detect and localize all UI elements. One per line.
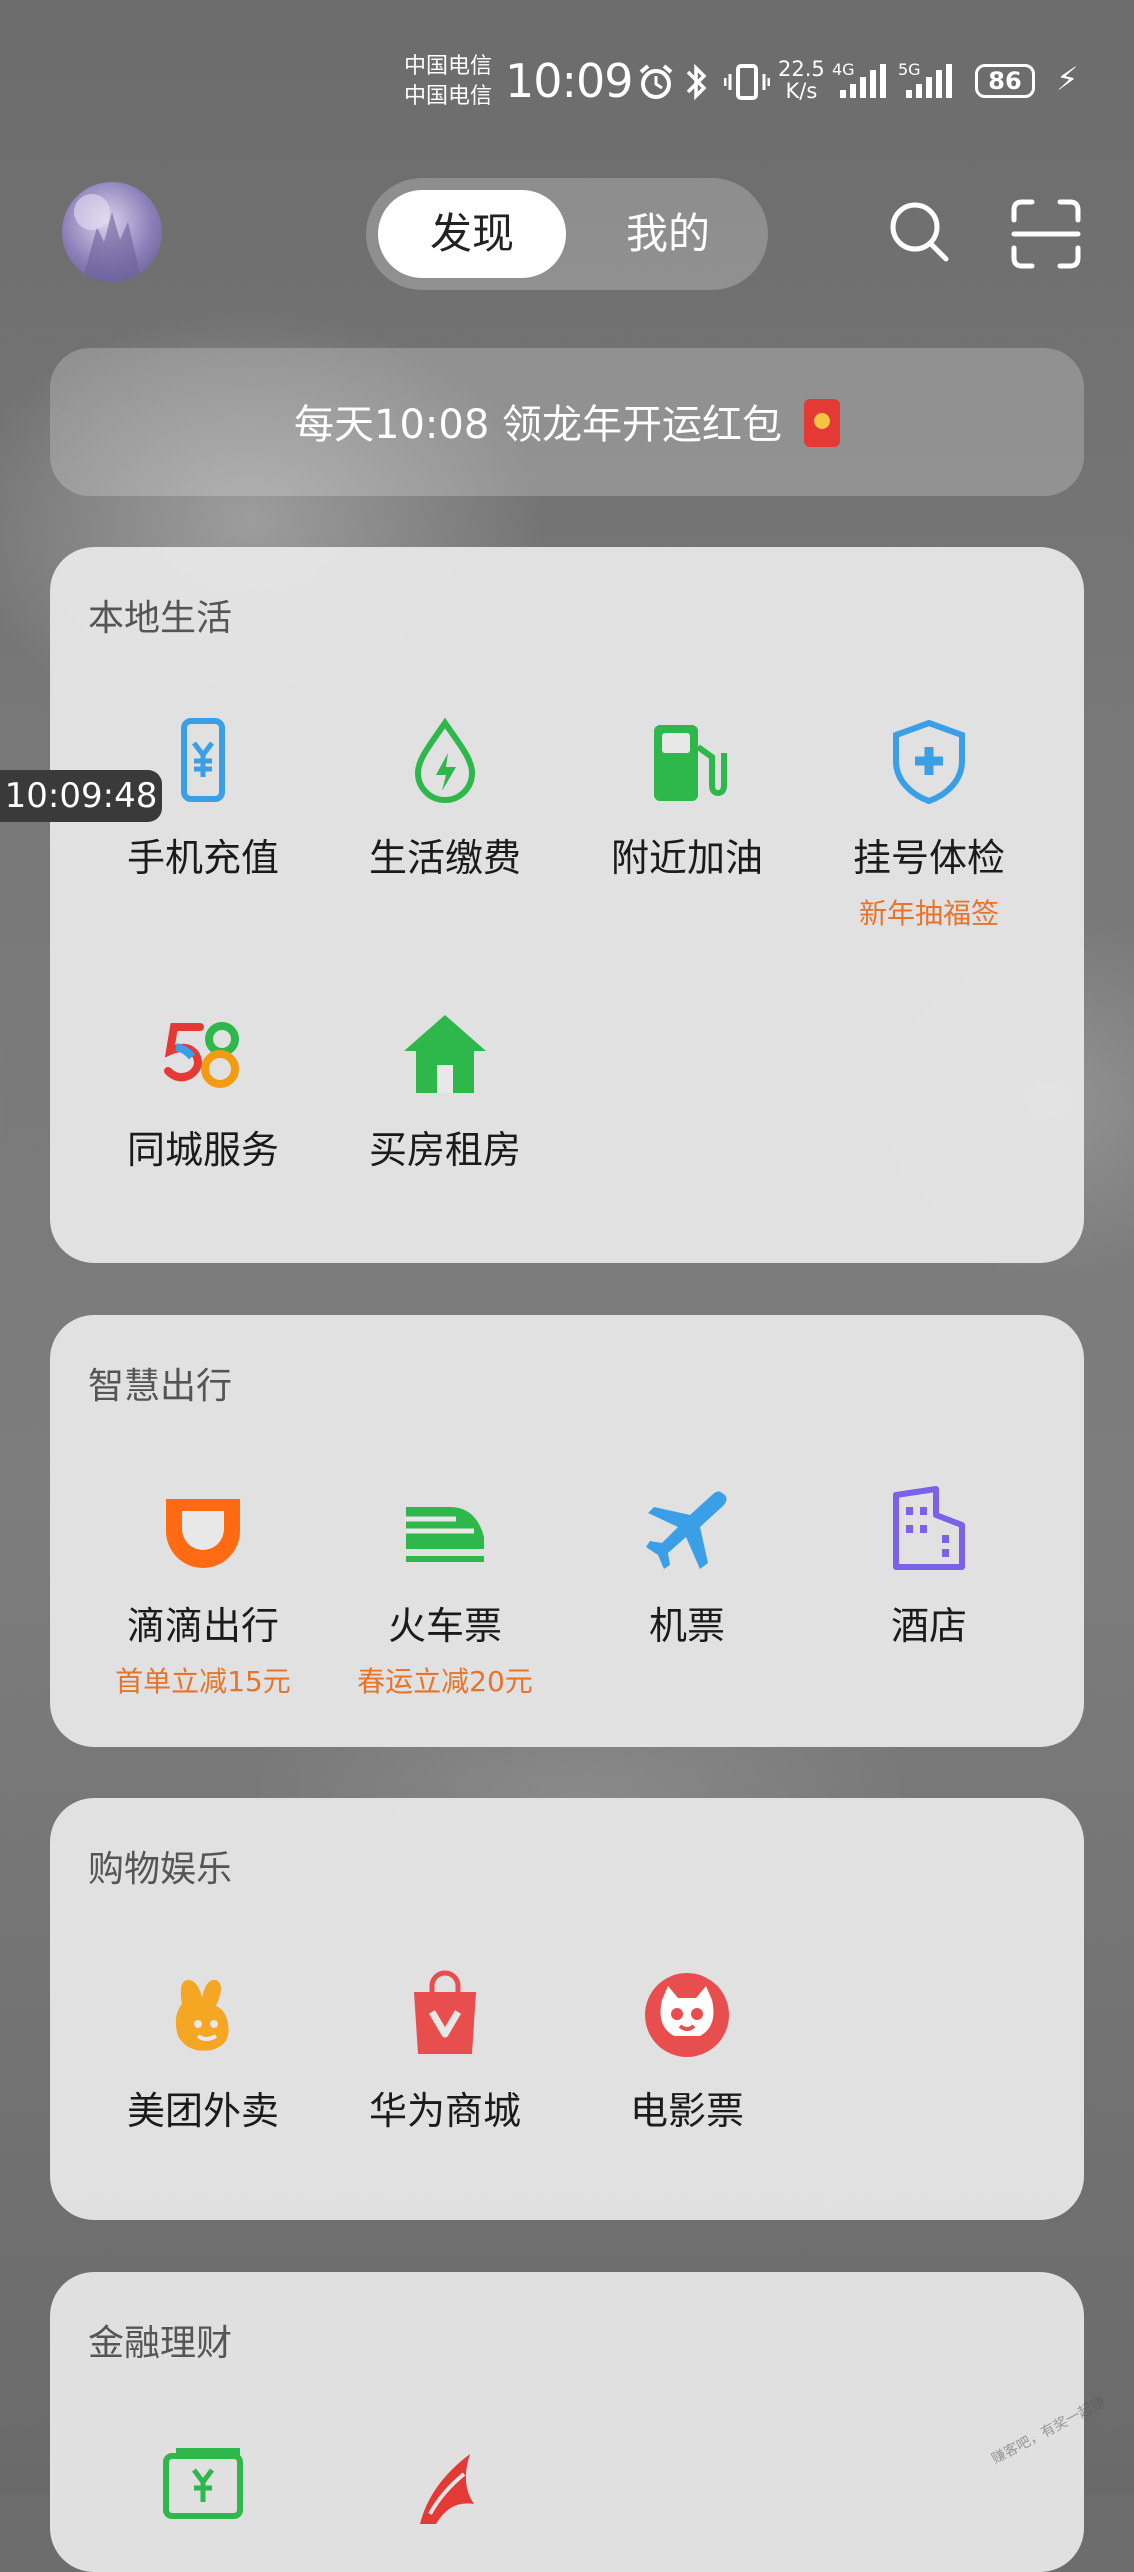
service-label: 火车票 (387, 1604, 502, 1648)
section-local-life: 本地生活 手机充值 生活缴费 附近加油 挂号体检 新年抽福签 同城服务 买房租房 (50, 547, 1084, 1263)
gas-station-icon (654, 725, 727, 801)
58-logo-icon (164, 1022, 239, 1088)
bluetooth-icon (686, 63, 707, 101)
service-58[interactable]: 同城服务 (82, 1009, 324, 1174)
service-didi[interactable]: 滴滴出行 首单立减15元 (82, 1485, 324, 1700)
service-hotel[interactable]: 酒店 (808, 1485, 1050, 1650)
service-finance-1[interactable] (82, 2444, 324, 2538)
section-title: 本地生活 (88, 598, 233, 639)
promo-banner[interactable]: 每天10:08 领龙年开运红包 (50, 348, 1084, 496)
service-label: 买房租房 (368, 1128, 521, 1172)
status-time: 10:09 (505, 54, 634, 108)
screenshot-timestamp: 10:09:48 (0, 770, 162, 822)
service-movie-ticket[interactable]: 电影票 (566, 1970, 808, 2135)
phone-topup-icon (181, 718, 225, 802)
avatar-image (74, 194, 142, 282)
tab-discover[interactable]: 发现 (378, 190, 566, 278)
carrier-1: 中国电信 (404, 54, 493, 79)
section-finance: 金融理财 (50, 2272, 1084, 2572)
signal-1-icon (840, 64, 886, 98)
medical-shield-icon (893, 719, 965, 805)
airplane-icon (646, 1491, 727, 1569)
section-shopping-entertainment: 购物娱乐 美团外卖 华为商城 电影票 (50, 1798, 1084, 2220)
service-meituan[interactable]: 美团外卖 (82, 1970, 324, 2135)
service-utility-bill[interactable]: 生活缴费 (324, 717, 566, 882)
service-promo: 春运立减20元 (357, 1665, 533, 1698)
service-label: 滴滴出行 (126, 1604, 279, 1648)
carrier-2: 中国电信 (404, 84, 493, 109)
service-label: 美团外卖 (126, 2089, 279, 2133)
network-speed: 22.5 K/s (778, 57, 825, 103)
section-title: 购物娱乐 (88, 1849, 233, 1890)
red-packet-icon (804, 399, 840, 447)
train-icon (406, 1507, 484, 1562)
house-icon (404, 1015, 486, 1093)
service-finance-2[interactable] (324, 2444, 566, 2538)
alarm-icon (639, 64, 673, 99)
money-icon (163, 2448, 243, 2519)
service-flight[interactable]: 机票 (566, 1485, 808, 1650)
charging-icon: ⚡ (1056, 60, 1079, 98)
battery-indicator: 86 (975, 64, 1035, 98)
search-icon[interactable] (884, 196, 956, 268)
signal-2-icon (906, 64, 952, 98)
carrier-labels: 中国电信 中国电信 (404, 52, 492, 112)
meituan-icon (175, 1979, 229, 2051)
avatar[interactable] (62, 182, 162, 282)
utility-bill-icon (414, 717, 476, 803)
section-title: 智慧出行 (88, 1366, 233, 1407)
tab-mine[interactable]: 我的 (588, 190, 748, 278)
service-label: 附近加油 (610, 836, 763, 880)
section-title: 金融理财 (88, 2323, 233, 2364)
vibrate-icon (724, 64, 770, 100)
service-label: 华为商城 (368, 2089, 521, 2133)
didi-icon (166, 1499, 240, 1568)
shopping-bag-icon (414, 1970, 476, 2054)
movie-cat-icon (645, 1973, 729, 2057)
section-smart-travel: 智慧出行 滴滴出行 首单立减15元 火车票 春运立减20元 机票 酒店 (50, 1315, 1084, 1747)
finance-icon (420, 2454, 474, 2524)
service-label: 电影票 (629, 2089, 744, 2133)
service-housing[interactable]: 买房租房 (324, 1009, 566, 1174)
service-label: 酒店 (890, 1604, 967, 1648)
service-label: 机票 (648, 1604, 725, 1648)
service-train[interactable]: 火车票 春运立减20元 (324, 1485, 566, 1700)
service-gas-station[interactable]: 附近加油 (566, 717, 808, 882)
service-promo: 首单立减15元 (115, 1665, 291, 1698)
banner-content: 每天10:08 领龙年开运红包 (50, 392, 1084, 451)
service-label: 生活缴费 (368, 836, 521, 880)
hotel-icon (893, 1486, 965, 1570)
service-label: 挂号体检 (852, 836, 1005, 880)
service-label: 手机充值 (126, 836, 279, 880)
service-label: 同城服务 (126, 1128, 279, 1172)
service-medical[interactable]: 挂号体检 新年抽福签 (808, 717, 1050, 932)
service-huawei-mall[interactable]: 华为商城 (324, 1970, 566, 2135)
scan-icon[interactable] (1010, 198, 1082, 270)
tab-switcher: 发现 我的 (366, 178, 768, 290)
service-promo: 新年抽福签 (858, 897, 999, 930)
banner-text: 每天10:08 领龙年开运红包 (294, 402, 782, 448)
